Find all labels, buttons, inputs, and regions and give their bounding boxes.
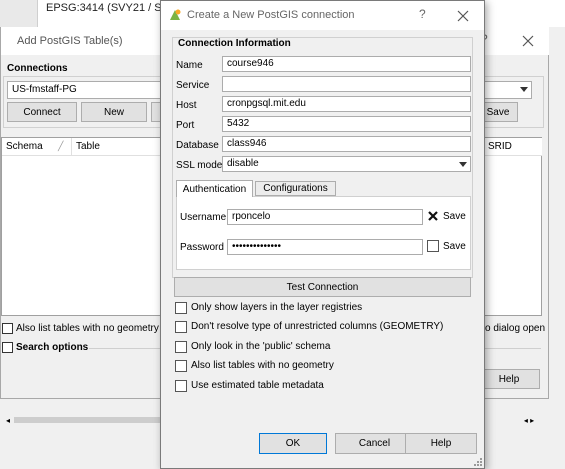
estimated-metadata-label: Use estimated table metadata — [191, 380, 324, 391]
port-field[interactable]: 5432 — [222, 116, 471, 132]
connection-select-right[interactable] — [478, 81, 532, 99]
port-label: Port — [176, 120, 195, 131]
tab-authentication[interactable]: Authentication — [176, 180, 253, 197]
column-header-srid[interactable]: SRID — [483, 138, 542, 156]
x-check-icon — [428, 211, 438, 221]
new-connection-help-glyph[interactable]: ? — [419, 7, 426, 21]
only-public-schema-label: Only look in the 'public' schema — [191, 341, 331, 352]
estimated-metadata-checkbox[interactable] — [175, 380, 187, 392]
column-header-schema-label: Schema — [6, 141, 43, 152]
close-icon[interactable] — [520, 33, 536, 49]
connections-label: Connections — [7, 63, 68, 74]
new-connection-title: Create a New PostGIS connection — [187, 9, 355, 21]
password-label: Password — [180, 242, 224, 253]
username-field[interactable]: rponcelo — [227, 209, 423, 225]
host-field[interactable]: cronpgsql.mit.edu — [222, 96, 471, 112]
background-left-panel — [0, 0, 38, 27]
search-options-label: Search options — [16, 342, 89, 353]
authentication-pane: Username rponcelo Save Password ••••••••… — [176, 196, 471, 270]
database-label: Database — [176, 140, 219, 151]
horizontal-scrollbar[interactable] — [14, 417, 164, 423]
host-label: Host — [176, 100, 197, 111]
username-save-label: Save — [443, 211, 466, 222]
only-show-registry-layers-label: Only show layers in the layer registries — [191, 302, 363, 313]
dont-resolve-geometry-label: Don't resolve type of unrestricted colum… — [191, 321, 444, 332]
search-options-checkbox[interactable] — [2, 342, 13, 353]
add-postgis-title: Add PostGIS Table(s) — [17, 35, 123, 47]
qgis-icon — [168, 8, 182, 22]
service-field[interactable] — [222, 76, 471, 92]
ssl-mode-value: disable — [227, 158, 259, 169]
ssl-mode-select[interactable]: disable — [222, 156, 471, 172]
ssl-mode-label: SSL mode — [176, 160, 223, 171]
also-list-no-geometry-checkbox[interactable] — [2, 323, 13, 334]
database-field[interactable]: class946 — [222, 136, 471, 152]
new-connection-dialog: Create a New PostGIS connection ? Connec… — [160, 0, 485, 469]
password-save-label: Save — [443, 241, 466, 252]
list-no-geometry-checkbox[interactable] — [175, 360, 187, 372]
column-header-schema[interactable]: Schema ╱ — [2, 138, 72, 156]
name-label: Name — [176, 60, 203, 71]
password-save-checkbox[interactable] — [427, 240, 439, 252]
dont-resolve-geometry-checkbox[interactable] — [175, 321, 187, 333]
keep-dialog-open-label: o dialog open — [485, 323, 546, 334]
only-show-registry-layers-checkbox[interactable] — [175, 302, 187, 314]
connection-select[interactable]: US-fmstaff-PG — [7, 81, 162, 99]
scroll-arrows-icon[interactable]: ◂ ▸ — [518, 415, 540, 426]
also-list-no-geometry-label: Also list tables with no geometry — [16, 323, 159, 334]
test-connection-button[interactable]: Test Connection — [174, 277, 471, 297]
scroll-left-icon[interactable]: ◂ — [3, 415, 13, 426]
only-public-schema-checkbox[interactable] — [175, 341, 187, 353]
username-label: Username — [180, 212, 227, 223]
connection-information-title: Connection Information — [177, 38, 292, 49]
ok-button[interactable]: OK — [259, 433, 327, 454]
connect-button[interactable]: Connect — [7, 102, 77, 122]
help-button[interactable]: Help — [405, 433, 477, 454]
password-field[interactable]: •••••••••••••• — [227, 239, 423, 255]
name-field[interactable]: course946 — [222, 56, 471, 72]
chevron-down-icon — [520, 87, 528, 92]
add-postgis-help-button[interactable]: Help — [478, 369, 540, 389]
cancel-button[interactable]: Cancel — [335, 433, 414, 454]
new-connection-button[interactable]: New — [81, 102, 147, 122]
search-options-divider — [89, 348, 161, 349]
list-no-geometry-label: Also list tables with no geometry — [191, 360, 334, 371]
service-label: Service — [176, 80, 210, 91]
username-save-checkbox[interactable] — [427, 210, 439, 222]
background-window-title: EPSG:3414 (SVY21 / Sing — [46, 2, 177, 14]
column-header-table[interactable]: Table — [72, 138, 164, 156]
tab-configurations[interactable]: Configurations — [255, 181, 336, 196]
search-options-divider-right — [485, 348, 541, 349]
chevron-down-icon — [459, 162, 467, 167]
sort-icon: ╱ — [58, 141, 64, 151]
close-icon[interactable] — [455, 8, 471, 24]
resize-grip-icon[interactable] — [471, 455, 483, 467]
